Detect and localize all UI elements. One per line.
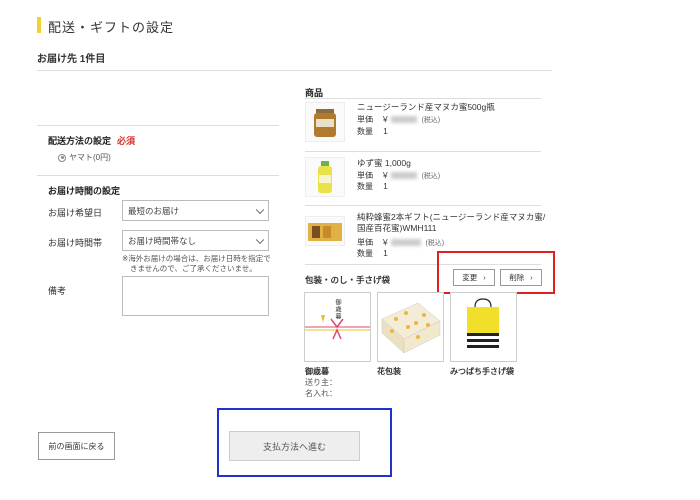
- wrap-option-noshi[interactable]: 御歳暮: [304, 292, 371, 362]
- product-name: ゆず蜜 1,000g: [357, 158, 411, 168]
- chevron-down-icon: [255, 235, 265, 244]
- chevron-down-icon: [255, 205, 265, 214]
- tax-label: (税込): [421, 117, 441, 124]
- product-qty-row: 数量 1: [357, 126, 388, 137]
- product-price-row: 単価 ￥ (税込): [357, 114, 440, 125]
- title-accent-bar: [37, 17, 41, 33]
- name-label: 名入れ：: [305, 389, 337, 398]
- delivery-time-value: お届け時間帯なし: [128, 235, 197, 246]
- divider: [37, 70, 552, 71]
- delivery-time-label: お届け時間帯: [48, 238, 103, 248]
- radio-selected-icon[interactable]: [58, 153, 66, 162]
- qty-label: 数量: [357, 249, 373, 258]
- delivery-time-heading: お届け時間の設定: [48, 186, 121, 196]
- overseas-note: ※海外お届けの場合は、お届け日時を指定で きませんので、ご了承くださいませ。: [122, 254, 271, 274]
- shipping-option-label: ヤマト(0円): [69, 153, 111, 162]
- product-name-line1: 純粋蜂蜜2本ギフト(ニュージーランド産マヌカ蜜/: [357, 212, 546, 222]
- wrap-option-label: みつばち手さげ袋: [450, 367, 514, 376]
- price-value: [391, 239, 422, 247]
- divider: [305, 205, 541, 206]
- flower-wrap-icon: [381, 302, 441, 354]
- shipping-method-title: 配送方法の設定: [48, 136, 112, 146]
- wrap-option-flower[interactable]: [377, 292, 444, 362]
- divider: [37, 125, 279, 126]
- divider: [37, 175, 279, 176]
- shipping-option[interactable]: ヤマト(0円): [58, 152, 111, 163]
- wrap-option-bag[interactable]: [450, 292, 517, 362]
- divider: [305, 98, 541, 99]
- overseas-note-line2: きませんので、ご了承くださいませ。: [130, 264, 257, 273]
- wrap-option-label: 花包装: [377, 367, 401, 376]
- page-title: 配送・ギフトの設定: [48, 20, 175, 35]
- qty-label: 数量: [357, 127, 373, 136]
- product-name: ニュージーランド産マヌカ蜜500g瓶: [357, 102, 495, 112]
- product-price-row: 単価 ￥ (税込): [357, 170, 440, 181]
- product-price-row: 単価 ￥ (税込): [357, 237, 444, 248]
- remarks-label: 備考: [48, 286, 67, 296]
- qty-value: 1: [383, 182, 388, 191]
- qty-value: 1: [383, 249, 388, 258]
- yen-sign: ￥: [381, 238, 390, 247]
- product-image-gift-set: [305, 216, 345, 246]
- highlight-box-red: [437, 251, 555, 294]
- product-image-manuka: [305, 102, 345, 142]
- product-image-yuzu: [305, 157, 345, 197]
- sender-label: 送り主：: [305, 378, 337, 387]
- qty-value: 1: [383, 127, 388, 136]
- product-name-line2: 国産百花蜜)WMH111: [357, 223, 437, 233]
- remarks-textarea[interactable]: [122, 276, 269, 316]
- tax-label: (税込): [425, 240, 445, 247]
- noshi-text: 御歳暮: [334, 299, 340, 320]
- price-label: 単価: [357, 171, 373, 180]
- product-name: 純粋蜂蜜2本ギフト(ニュージーランド産マヌカ蜜/ 国産百花蜜)WMH111: [357, 212, 545, 234]
- wrap-option-label: 御歳暮: [305, 367, 329, 376]
- shipping-method-heading: 配送方法の設定 必須: [48, 134, 135, 147]
- yen-sign: ￥: [381, 115, 390, 124]
- product-qty-row: 数量 1: [357, 248, 388, 259]
- wrapping-heading: 包装・のし・手さげ袋: [305, 275, 391, 285]
- yen-sign: ￥: [381, 171, 390, 180]
- overseas-note-line1: ※海外お届けの場合は、お届け日時を指定で: [122, 254, 271, 263]
- highlight-box-blue: [217, 408, 392, 477]
- product-qty-row: 数量 1: [357, 181, 388, 192]
- delivery-time-select[interactable]: お届け時間帯なし: [122, 230, 269, 251]
- delivery-date-select[interactable]: 最短のお届け: [122, 200, 269, 221]
- recipient-heading: お届け先 1件目: [37, 54, 106, 65]
- divider: [305, 151, 541, 152]
- back-button[interactable]: 前の画面に戻る: [38, 432, 115, 460]
- delivery-date-value: 最短のお届け: [128, 205, 180, 216]
- delivery-date-label: お届け希望日: [48, 208, 103, 218]
- qty-label: 数量: [357, 182, 373, 191]
- shopping-bag-icon: [467, 298, 499, 348]
- price-value: [391, 116, 418, 124]
- required-badge: 必須: [117, 136, 136, 146]
- tax-label: (税込): [421, 173, 441, 180]
- price-label: 単価: [357, 238, 373, 247]
- price-value: [391, 172, 418, 180]
- price-label: 単価: [357, 115, 373, 124]
